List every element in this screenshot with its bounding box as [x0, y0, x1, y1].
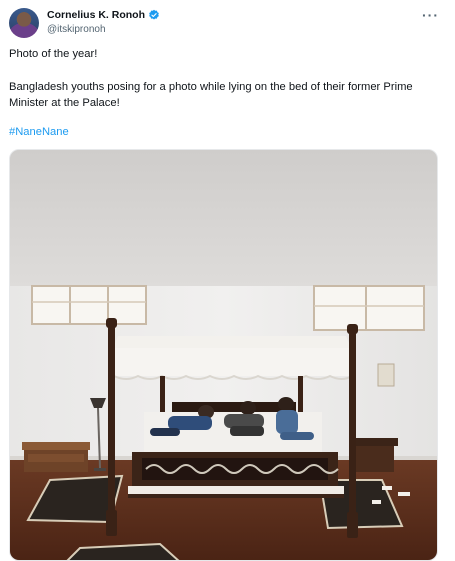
- post-text-line2: Bangladesh youths posing for a photo whi…: [9, 81, 413, 109]
- tweet-card: Cornelius K. Ronoh @itskipronoh ··· Phot…: [0, 0, 455, 561]
- author-name-row: Cornelius K. Ronoh: [47, 9, 160, 21]
- author-handle[interactable]: @itskipronoh: [47, 24, 106, 35]
- window-left: [31, 285, 147, 325]
- bed-canopy: [112, 336, 353, 380]
- author-avatar[interactable]: [9, 8, 39, 38]
- footboard: [128, 452, 344, 498]
- wall-frame: [377, 363, 395, 387]
- more-options-icon[interactable]: ···: [422, 8, 439, 22]
- author-display-name[interactable]: Cornelius K. Ronoh: [47, 9, 145, 21]
- photo-image: [10, 150, 437, 560]
- nightstand-right: [350, 438, 398, 472]
- ceiling: [10, 150, 437, 288]
- post-text-line1: Photo of the year!: [9, 48, 98, 60]
- window-right: [313, 285, 425, 331]
- hashtag-link[interactable]: #NaneNane: [9, 126, 69, 138]
- side-table-left: [22, 442, 90, 472]
- verified-badge-icon: [149, 9, 159, 20]
- post-media-photo[interactable]: [9, 149, 438, 561]
